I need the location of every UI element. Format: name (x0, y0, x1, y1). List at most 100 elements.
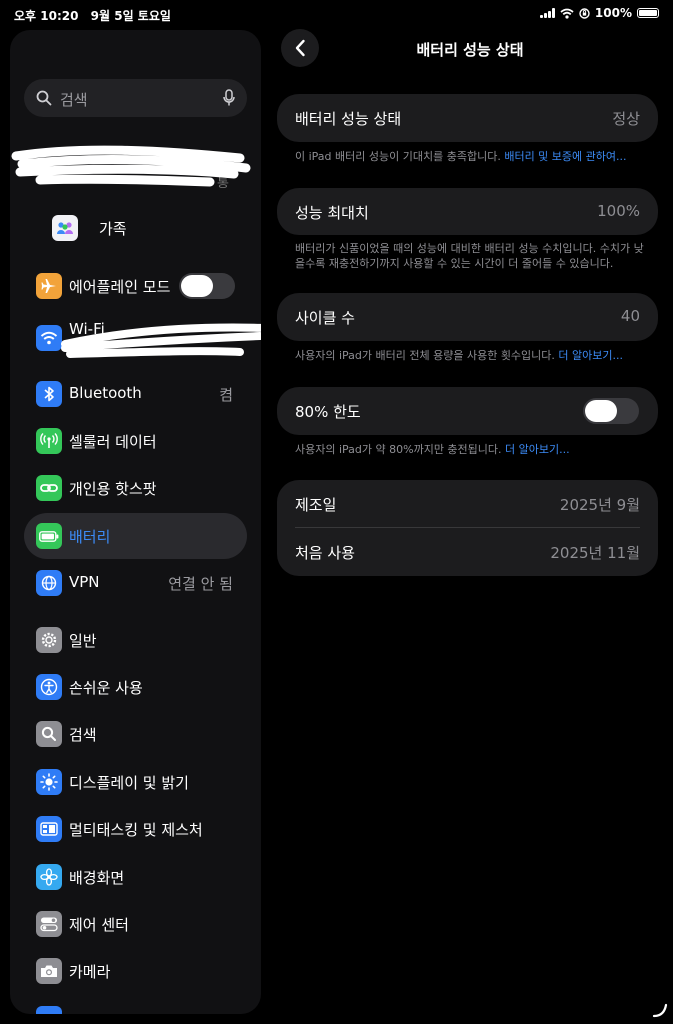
bluetooth-label: Bluetooth (69, 384, 142, 402)
cycle-label: 사이클 수 (295, 309, 355, 327)
status-date: 9월 5일 토요일 (90, 9, 171, 23)
antenna-icon (36, 428, 62, 454)
general-label: 일반 (69, 632, 97, 650)
sidebar-item-partial[interactable] (24, 1000, 247, 1014)
back-button[interactable] (281, 29, 319, 67)
bluetooth-value: 켬 (219, 386, 233, 404)
max-capacity-label: 성능 최대치 (295, 204, 369, 222)
sidebar-item-airplane[interactable]: 에어플레인 모드 (24, 263, 247, 309)
cycle-note: 사용자의 iPad가 배터리 전체 용량을 사용한 횟수입니다. 더 알아보기.… (295, 348, 645, 363)
health-note-text: 이 iPad 배터리 성능이 기대치를 충족합니다. (295, 150, 501, 163)
airplane-label: 에어플레인 모드 (69, 278, 171, 296)
health-value: 정상 (612, 110, 640, 128)
orientation-lock-icon (579, 7, 590, 19)
status-bar: 오후 10:20 9월 5일 토요일 100% (0, 0, 673, 30)
search-icon (36, 721, 62, 747)
camera-label: 카메라 (69, 963, 111, 981)
max-capacity-note: 배터리가 신품이었을 때의 성능에 대비한 배터리 성능 수치입니다. 수치가 … (295, 242, 644, 270)
flower-icon (36, 864, 62, 890)
microphone-icon[interactable] (223, 89, 235, 107)
limit-learn-more-link[interactable]: 더 알아보기... (505, 443, 570, 456)
gear-icon (36, 627, 62, 653)
status-time: 오후 10:20 (14, 9, 79, 23)
sidebar-item-general[interactable]: 일반 (24, 617, 247, 663)
hotspot-label: 개인용 핫스팟 (69, 480, 157, 498)
partial-icon (36, 1006, 62, 1014)
cycle-value: 40 (620, 307, 640, 325)
sidebar-item-hotspot[interactable]: 개인용 핫스팟 (24, 465, 247, 511)
cellular-signal-icon (539, 8, 555, 18)
limit-note-text: 사용자의 iPad가 약 80%까지만 충전됩니다. (295, 443, 502, 456)
battery-percent: 100% (594, 6, 632, 20)
control-center-label: 제어 센터 (69, 916, 129, 934)
limit-card: 80% 한도 (277, 387, 658, 435)
link-icon (36, 475, 62, 501)
dates-card: 제조일 2025년 9월 처음 사용 2025년 11월 (277, 480, 658, 576)
battery-icon (36, 523, 62, 549)
status-right: 100% (539, 6, 659, 20)
row-divider (295, 527, 640, 528)
health-card: 배터리 성능 상태 정상 (277, 94, 658, 142)
wallpaper-label: 배경화면 (69, 869, 125, 887)
vpn-value: 연결 안 됨 (168, 575, 233, 593)
sidebar-item-search[interactable]: 검색 (24, 711, 247, 757)
sidebar-item-family[interactable]: 가족 (24, 205, 247, 251)
health-note: 이 iPad 배터리 성능이 기대치를 충족합니다. 배터리 및 보증에 관하여… (295, 149, 645, 164)
toggle-knob (585, 400, 617, 422)
manufacture-value: 2025년 9월 (559, 496, 640, 514)
family-icon (52, 215, 78, 241)
wifi-status-icon (560, 8, 574, 19)
cycle-card: 사이클 수 40 (277, 293, 658, 341)
airplane-icon (36, 273, 62, 299)
family-label: 가족 (99, 220, 127, 238)
switches-icon (36, 911, 62, 937)
sidebar-item-display[interactable]: 디스플레이 및 밝기 (24, 759, 247, 805)
search-placeholder: 검색 (60, 91, 88, 109)
sidebar-item-control-center[interactable]: 제어 센터 (24, 901, 247, 947)
battery-label: 배터리 (69, 528, 111, 546)
globe-icon (36, 570, 62, 596)
sidebar-item-multitasking[interactable]: 멀티태스킹 및 제스처 (24, 806, 247, 852)
magnifier-icon (36, 90, 52, 106)
warranty-link[interactable]: 배터리 및 보증에 관하여... (504, 150, 626, 163)
manufacture-label: 제조일 (295, 496, 337, 514)
wifi-redaction-scribble (61, 323, 261, 358)
sidebar-item-bluetooth[interactable]: Bluetooth 켬 (24, 371, 247, 417)
search-label: 검색 (69, 726, 97, 744)
status-left: 오후 10:20 9월 5일 토요일 (14, 7, 179, 24)
cycle-note-text: 사용자의 iPad가 배터리 전체 용량을 사용한 횟수입니다. (295, 349, 555, 362)
resize-corner-icon (652, 1003, 668, 1018)
vpn-label: VPN (69, 573, 100, 591)
redaction-scribble (11, 145, 251, 187)
sidebar-item-cellular[interactable]: 셀룰러 데이터 (24, 418, 247, 464)
limit-note: 사용자의 iPad가 약 80%까지만 충전됩니다. 더 알아보기... (295, 442, 645, 457)
camera-icon (36, 958, 62, 984)
multitasking-label: 멀티태스킹 및 제스처 (69, 821, 203, 839)
health-label: 배터리 성능 상태 (295, 110, 402, 128)
max-capacity-card: 성능 최대치 100% (277, 188, 658, 235)
chevron-left-icon (295, 39, 305, 57)
sidebar-item-vpn[interactable]: VPN 연결 안 됨 (24, 560, 247, 606)
search-field[interactable]: 검색 (24, 79, 247, 117)
limit-label: 80% 한도 (295, 403, 361, 421)
toggle-knob (181, 275, 213, 297)
max-capacity-value: 100% (597, 202, 640, 220)
first-use-label: 처음 사용 (295, 544, 355, 562)
sidebar-item-camera[interactable]: 카메라 (24, 948, 247, 994)
cellular-label: 셀룰러 데이터 (69, 433, 157, 451)
bluetooth-icon (36, 381, 62, 407)
sun-icon (36, 769, 62, 795)
limit-toggle[interactable] (583, 398, 639, 424)
first-use-value: 2025년 11월 (550, 544, 640, 562)
cycle-learn-more-link[interactable]: 더 알아보기... (558, 349, 623, 362)
accessibility-label: 손쉬운 사용 (69, 679, 143, 697)
sidebar: 검색 통 가족 에어플레인 모드 Wi-Fi Bluetooth 켬 셀룰러 데… (10, 30, 261, 1014)
multitask-icon (36, 816, 62, 842)
page-title: 배터리 성능 상태 (416, 41, 524, 59)
sidebar-item-accessibility[interactable]: 손쉬운 사용 (24, 664, 247, 710)
battery-status-icon (637, 8, 659, 18)
airplane-toggle[interactable] (179, 273, 235, 299)
sidebar-item-wallpaper[interactable]: 배경화면 (24, 854, 247, 900)
wifi-icon (36, 325, 62, 351)
sidebar-item-battery[interactable]: 배터리 (24, 513, 247, 559)
